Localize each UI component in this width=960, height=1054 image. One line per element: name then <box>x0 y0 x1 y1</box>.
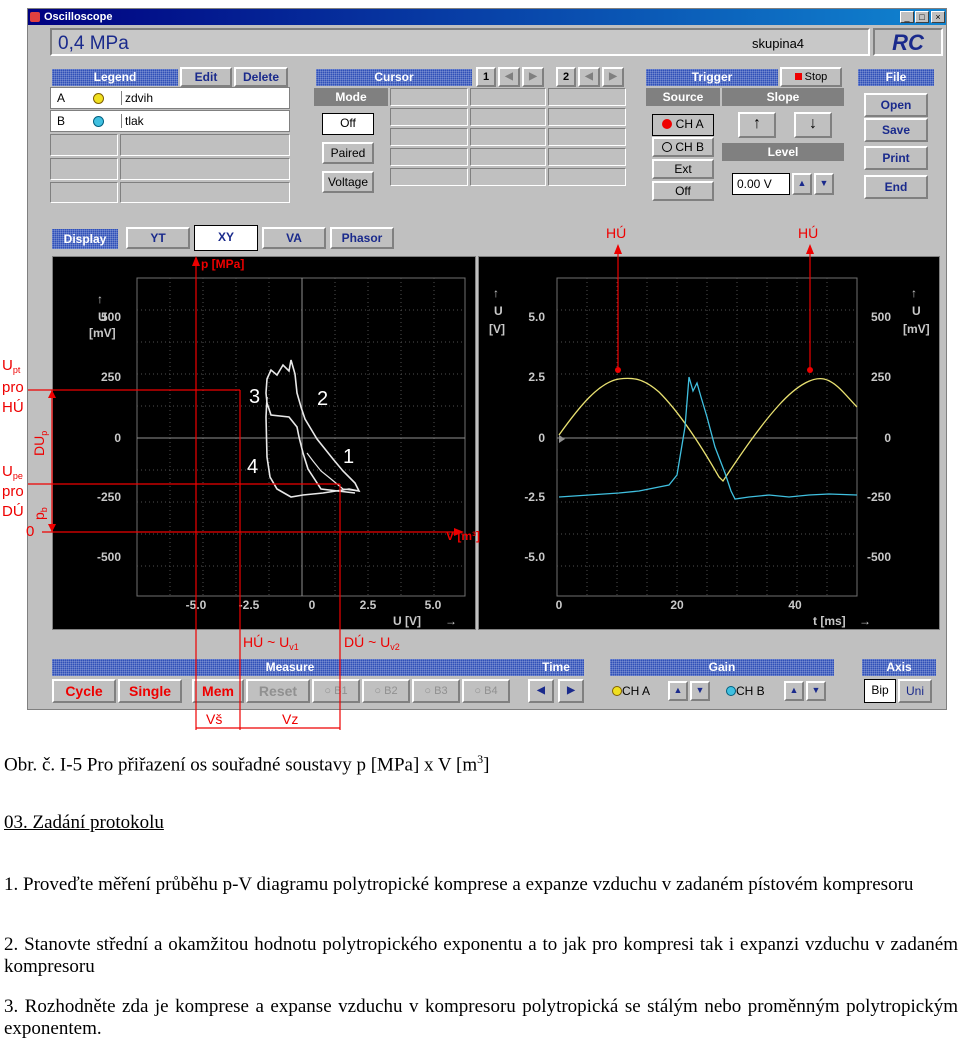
du-uv2-label: DÚ ~ Uv2 <box>344 634 400 652</box>
pb-label: pb <box>31 507 49 520</box>
upe-du-label: DÚ <box>2 503 24 520</box>
upt-label: Upt <box>2 357 21 375</box>
upt-pro-label: pro <box>2 379 24 396</box>
section-heading: 03. Zadání protokolu <box>4 812 164 833</box>
hu-marker-2-label: HÚ <box>798 225 818 241</box>
upe-pro-label: pro <box>2 483 24 500</box>
vs-label: Vš <box>206 711 222 727</box>
hu-peak-2-dot <box>807 367 813 373</box>
vz-label: Vz <box>282 711 298 727</box>
dup-arrow-bottom-icon <box>48 524 56 532</box>
hu-arrow-2-icon <box>806 244 814 254</box>
annotation-overlay: p [MPa] V [m³] HÚ HÚ Upt pro HÚ Upe pro … <box>2 225 818 730</box>
list-item: 3. Rozhodněte zda je komprese a expanse … <box>4 996 958 1039</box>
p-axis-label: p [MPa] <box>201 257 244 271</box>
p-axis-arrow-icon <box>192 256 200 266</box>
dup-label: DUp <box>31 431 49 456</box>
caption-end: ] <box>483 754 490 776</box>
list-item: 2. Stanovte střední a okamžitou hodnotu … <box>4 934 958 977</box>
upt-hu-label: HÚ <box>2 399 24 416</box>
zero-label: 0 <box>26 523 34 540</box>
upe-label: Upe <box>2 463 23 481</box>
list-item: 1. Proveďte měření průběhu p-V diagramu … <box>4 874 914 895</box>
hu-peak-1-dot <box>615 367 621 373</box>
hu-arrow-1-icon <box>614 244 622 254</box>
v-axis-label: V [m³] <box>446 529 480 543</box>
hu-marker-1-label: HÚ <box>606 225 626 241</box>
hu-uv1-label: HÚ ~ Uv1 <box>243 634 299 652</box>
dup-arrow-top-icon <box>48 390 56 398</box>
figure-caption: Obr. č. I-5 Pro přiřazení os souřadné so… <box>4 748 954 776</box>
caption-text: Obr. č. I-5 Pro přiřazení os souřadné so… <box>4 754 478 776</box>
